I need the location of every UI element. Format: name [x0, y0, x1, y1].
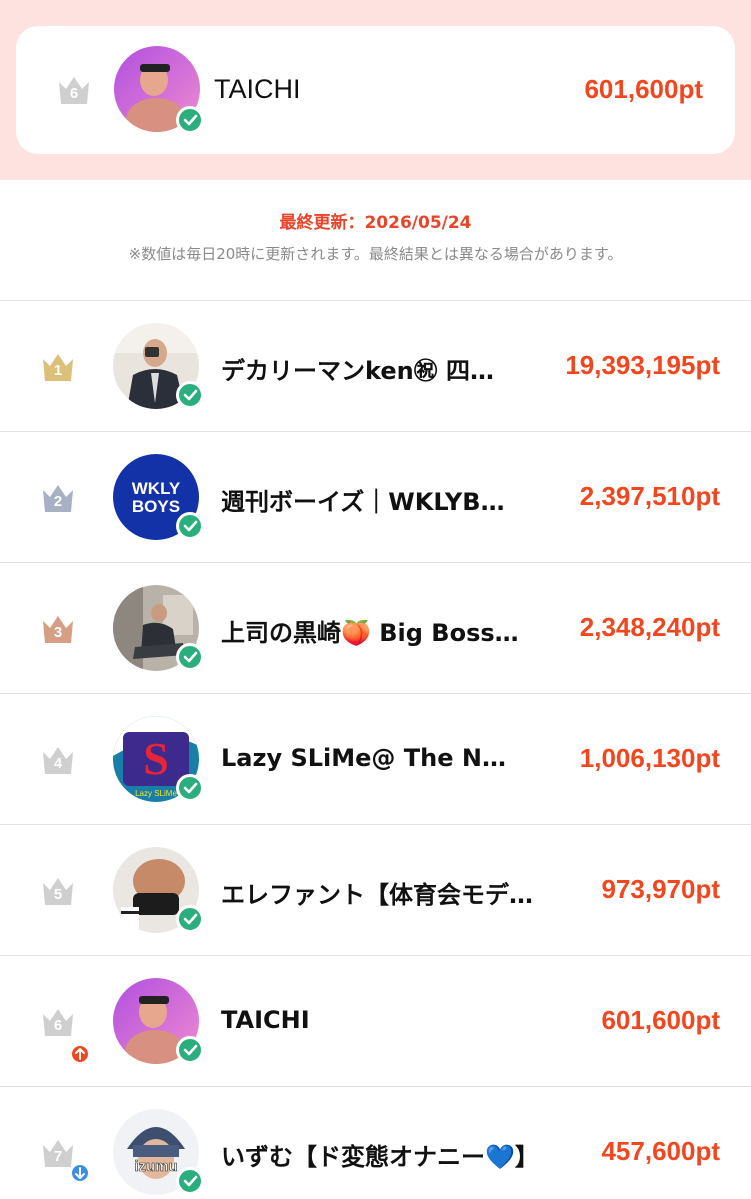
rank-number: 6 — [69, 85, 79, 102]
ranking-row[interactable]: 7 izumu いずむ【ド変態オナニー💙】 457,600pt — [0, 1086, 751, 1199]
rank-number: 6 — [53, 1017, 63, 1034]
my-rank-name: TAICHI — [214, 74, 301, 104]
my-rank-points: 601,600pt — [584, 74, 703, 104]
svg-text:Lazy SLiMe: Lazy SLiMe — [135, 789, 177, 798]
verified-icon — [176, 1167, 204, 1195]
crown-icon: 6 — [40, 1004, 76, 1040]
creator-points: 2,397,510pt — [579, 481, 720, 511]
rank-number: 1 — [53, 362, 63, 379]
arrow-up-icon — [70, 1044, 90, 1064]
creator-points: 1,006,130pt — [579, 743, 720, 773]
update-note: ※数値は毎日20時に更新されます。最終結果とは異なる場合があります。 — [128, 245, 623, 263]
creator-points: 601,600pt — [601, 1005, 720, 1035]
creator-name: TAICHI — [221, 1006, 310, 1034]
ranking-row[interactable]: 3 上司の黒崎🍑 Big Boss … 2,348,240pt — [0, 562, 751, 693]
rank-number: 4 — [53, 755, 63, 772]
creator-points: 457,600pt — [601, 1136, 720, 1166]
rank-number: 3 — [53, 624, 63, 641]
creator-points: 2,348,240pt — [579, 612, 720, 642]
creator-points: 19,393,195pt — [565, 350, 720, 380]
crown-icon: 6 — [56, 72, 92, 108]
arrow-down-icon — [70, 1163, 90, 1183]
verified-icon — [176, 381, 204, 409]
creator-name: 週刊ボーイズ｜WKLYBO… — [221, 488, 521, 516]
svg-text:WKLY: WKLY — [132, 479, 181, 498]
ranking-row[interactable]: 5 エレファント【体育会モデ… 973,970pt — [0, 824, 751, 955]
crown-icon: 1 — [40, 349, 76, 385]
rank-number: 5 — [53, 886, 63, 903]
creator-name: エレファント【体育会モデ… — [221, 881, 533, 909]
crown-icon: 3 — [40, 611, 76, 647]
verified-icon — [176, 512, 204, 540]
verified-icon — [176, 1036, 204, 1064]
ranking-row[interactable]: 4 S Lazy SLiMe Lazy SLiMe@ The No. … 1,0… — [0, 693, 751, 824]
crown-icon: 7 — [40, 1135, 76, 1171]
rank-number: 2 — [53, 493, 63, 510]
crown-icon: 4 — [40, 742, 76, 778]
verified-icon — [176, 905, 204, 933]
creator-name: デカリーマンken㊗︎ 四… — [221, 357, 495, 385]
rank-number: 7 — [53, 1148, 63, 1165]
crown-icon: 2 — [40, 480, 76, 516]
svg-text:izumu: izumu — [134, 1158, 177, 1175]
verified-icon — [176, 643, 204, 671]
creator-points: 973,970pt — [601, 874, 720, 904]
creator-name: Lazy SLiMe@ The No. … — [221, 744, 521, 772]
last-updated: 最終更新：2026/05/24 — [279, 213, 472, 233]
ranking-row[interactable]: 1 デカリーマンken㊗︎ 四… 19,393,195pt — [0, 300, 751, 431]
ranking-row[interactable]: 6 TAICHI 601,600pt — [0, 955, 751, 1086]
crown-icon: 5 — [40, 873, 76, 909]
creator-name: いずむ【ド変態オナニー💙】 — [221, 1143, 539, 1171]
my-rank-card[interactable]: 6 TAICHI 601,600pt — [16, 26, 735, 154]
ranking-row[interactable]: 2 WKLY BOYS 週刊ボーイズ｜WKLYBO… 2,397,510pt — [0, 431, 751, 562]
svg-text:S: S — [143, 733, 169, 784]
my-rank-band: 6 TAICHI 601,600pt — [0, 0, 751, 180]
creator-name: 上司の黒崎🍑 Big Boss … — [221, 619, 521, 647]
verified-icon — [176, 106, 204, 134]
svg-text:BOYS: BOYS — [132, 497, 180, 516]
verified-icon — [176, 774, 204, 802]
